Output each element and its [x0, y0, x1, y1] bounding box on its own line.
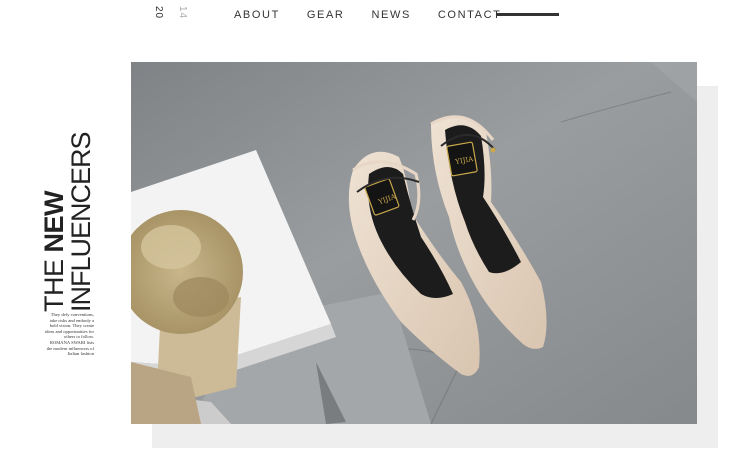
year-label: 20 14: [153, 4, 193, 22]
year-part-1: 20: [153, 6, 164, 20]
headline-line-2: INFLUENCERS: [66, 132, 96, 312]
nav-news[interactable]: NEWS: [371, 8, 410, 22]
hero-headline: THE NEW INFLUENCERS: [38, 132, 98, 313]
hero-photo: YIJIA YIJIA: [131, 62, 697, 424]
main-nav: ABOUT GEAR NEWS CONTACT: [234, 8, 528, 22]
headline-bold: NEW: [39, 190, 69, 253]
nav-gear[interactable]: GEAR: [307, 8, 345, 22]
nav-contact[interactable]: CONTACT: [438, 8, 502, 22]
nav-about[interactable]: ABOUT: [234, 8, 280, 22]
hero-blurb: They defy conventions, take risks and em…: [44, 312, 94, 357]
year-part-2: 14: [177, 6, 188, 20]
hero-photo-illustration: YIJIA YIJIA: [131, 62, 697, 424]
headline-line-1: THE NEW: [39, 190, 69, 313]
nav-underline: [497, 13, 559, 16]
headline-thin: THE: [39, 259, 69, 313]
